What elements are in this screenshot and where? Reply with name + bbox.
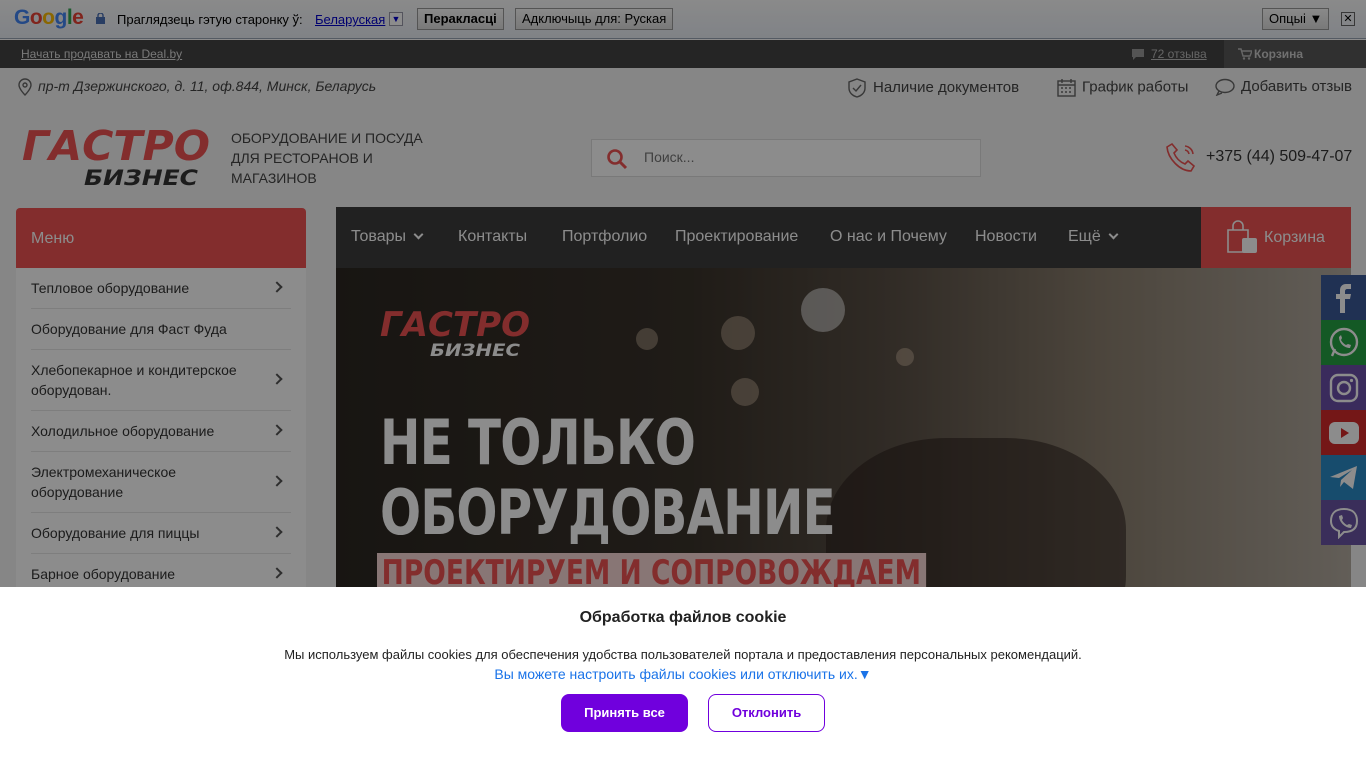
reject-button[interactable]: Отклонить — [708, 694, 825, 732]
cookie-title: Обработка файлов cookie — [579, 609, 787, 626]
cookie-dialog: Обработка файлов cookie Мы используем фа… — [0, 587, 1366, 768]
cookie-configure-link[interactable]: Вы можете настроить файлы cookies или от… — [0, 666, 1366, 682]
accept-all-button[interactable]: Принять все — [561, 694, 688, 732]
cookie-text: Мы используем файлы cookies для обеспече… — [284, 647, 1082, 662]
